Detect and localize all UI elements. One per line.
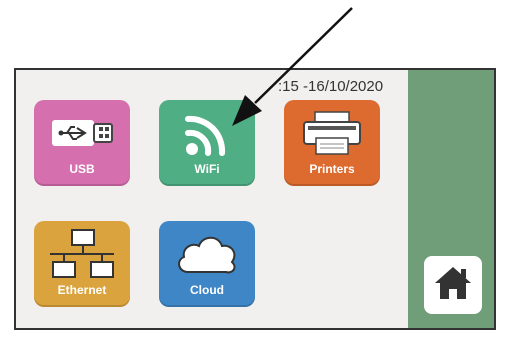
tile-usb[interactable]: USB xyxy=(34,100,130,186)
tile-ethernet[interactable]: Ethernet xyxy=(34,221,130,307)
status-datetime: :15 -16/10/2020 xyxy=(278,78,384,95)
usb-icon xyxy=(34,110,130,158)
cloud-icon xyxy=(159,231,255,279)
printer-icon xyxy=(284,110,380,158)
tile-cloud[interactable]: Cloud xyxy=(159,221,255,307)
tile-usb-label: USB xyxy=(69,162,95,176)
tile-wifi[interactable]: WiFi xyxy=(159,100,255,186)
wifi-icon xyxy=(159,110,255,158)
tile-cloud-label: Cloud xyxy=(190,283,224,297)
tile-printers-label: Printers xyxy=(309,162,355,176)
device-screen: :15 -16/10/2020 USB WiFi Printers Ethern… xyxy=(14,68,496,330)
tile-printers[interactable]: Printers xyxy=(284,100,380,186)
home-button[interactable] xyxy=(424,256,482,314)
tile-ethernet-label: Ethernet xyxy=(57,283,107,297)
home-icon xyxy=(433,265,473,306)
tile-wifi-label: WiFi xyxy=(194,162,220,176)
ethernet-icon xyxy=(34,229,130,279)
